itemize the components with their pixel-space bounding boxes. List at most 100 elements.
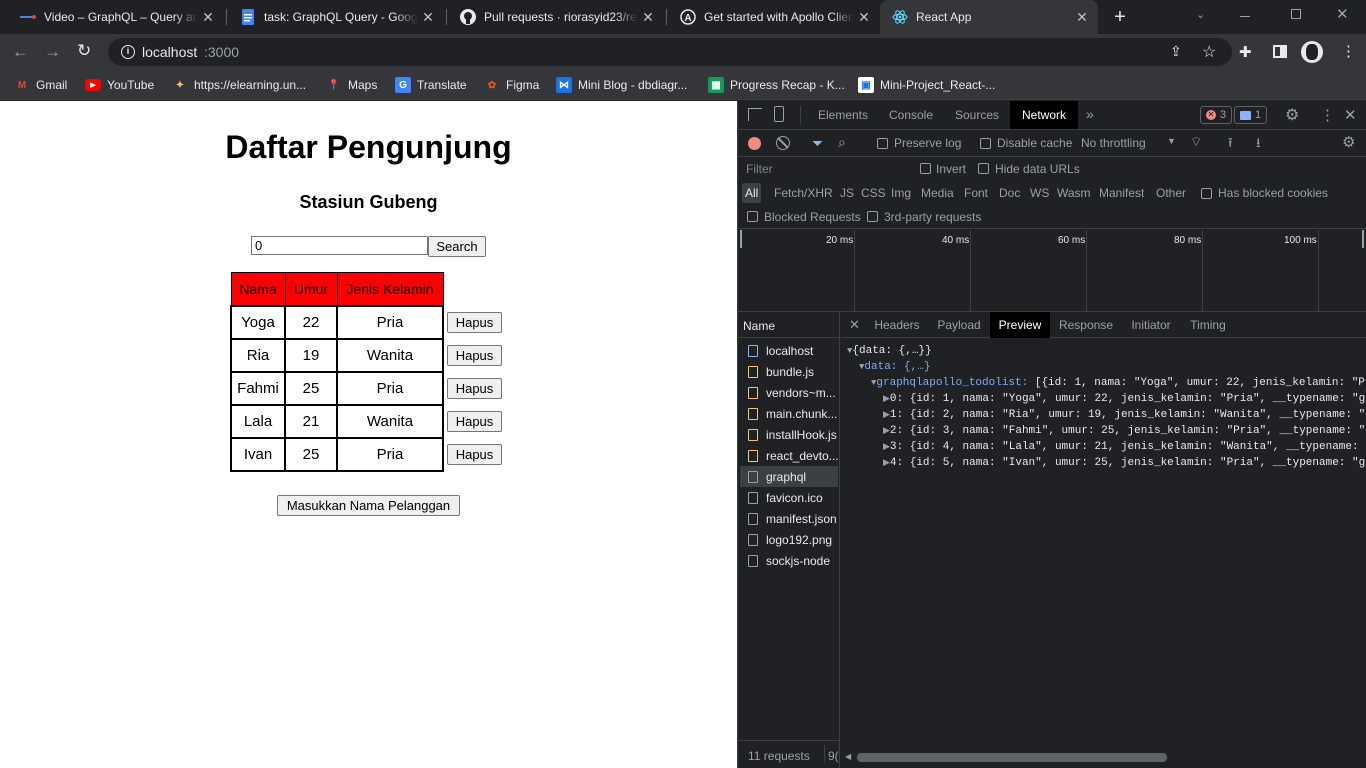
bookmark-progress-recap[interactable]: ▦ Progress Recap - K... xyxy=(708,75,845,95)
throttling-select[interactable]: No throttling xyxy=(1081,136,1146,150)
type-filter-ws[interactable]: WS xyxy=(1030,186,1049,200)
filter-icon[interactable]: ⏷ xyxy=(812,135,823,152)
device-toolbar-icon[interactable] xyxy=(774,106,784,122)
preview-item[interactable]: ▶1: {id: 2, nama: "Ria", umur: 19, jenis… xyxy=(883,409,1365,421)
type-filter-css[interactable]: CSS xyxy=(861,186,886,200)
bookmark-mini-project[interactable]: ▣ Mini-Project_React-... xyxy=(858,75,995,95)
close-icon[interactable]: ✕ xyxy=(418,9,438,26)
type-filter-media[interactable]: Media xyxy=(921,186,954,200)
tab-video-graphql[interactable]: Video – GraphQL – Query and ✕ xyxy=(8,0,224,34)
detail-tab-payload[interactable]: Payload xyxy=(929,312,989,338)
devtools-tab-console[interactable]: Console xyxy=(878,101,944,129)
request-row-main-chunk[interactable]: main.chunk... xyxy=(740,403,838,424)
import-har-icon[interactable]: ⭱ xyxy=(1228,134,1233,156)
error-counter[interactable]: ✕ 3 xyxy=(1200,106,1233,124)
delete-button[interactable]: Hapus xyxy=(447,345,502,366)
request-row-react-devtools[interactable]: react_devto... xyxy=(740,445,838,466)
detail-tab-response[interactable]: Response xyxy=(1053,312,1119,338)
close-icon[interactable]: ✕ xyxy=(1072,9,1092,26)
window-close-icon[interactable]: ✕ xyxy=(1336,5,1349,23)
blocked-requests-checkbox[interactable] xyxy=(747,211,758,222)
close-icon[interactable]: ✕ xyxy=(854,9,874,26)
network-conditions-icon[interactable]: ⌔ xyxy=(1190,134,1202,150)
back-icon[interactable]: ← xyxy=(12,42,29,62)
request-row-graphql[interactable]: graphql xyxy=(740,466,838,487)
type-filter-wasm[interactable]: Wasm xyxy=(1057,186,1091,200)
info-icon[interactable]: i xyxy=(121,45,135,59)
clear-icon[interactable] xyxy=(776,136,790,150)
name-column-header[interactable]: Name xyxy=(743,319,775,333)
share-icon[interactable]: ⇪ xyxy=(1170,43,1182,60)
devtools-tab-elements[interactable]: Elements xyxy=(808,101,878,129)
settings-gear-icon[interactable]: ⚙ xyxy=(1285,105,1299,125)
bookmark-gmail[interactable]: M Gmail xyxy=(14,75,68,95)
search-icon[interactable]: ⌕ xyxy=(838,134,846,151)
detail-tab-timing[interactable]: Timing xyxy=(1183,312,1233,338)
type-filter-font[interactable]: Font xyxy=(964,186,988,200)
type-filter-js[interactable]: JS xyxy=(840,186,854,200)
reload-icon[interactable]: ↻ xyxy=(77,41,91,61)
address-bar[interactable]: i localhost :3000 ⇪ ☆ xyxy=(108,38,1232,66)
devtools-tab-sources[interactable]: Sources xyxy=(944,101,1010,129)
request-row-vendors[interactable]: vendors~m... xyxy=(740,382,838,403)
scroll-left-icon[interactable]: ◀ xyxy=(845,752,851,761)
bookmark-elearning[interactable]: ✦ https://elearning.un... xyxy=(172,75,306,95)
bookmark-dbdiagram[interactable]: ⋈ Mini Blog - dbdiagr... xyxy=(556,75,687,95)
bookmark-star-icon[interactable]: ☆ xyxy=(1202,42,1216,62)
request-row-installhook[interactable]: installHook.js xyxy=(740,424,838,445)
bookmark-translate[interactable]: G Translate xyxy=(395,75,467,95)
inspect-element-icon[interactable] xyxy=(748,108,762,121)
request-row-logo192[interactable]: logo192.png xyxy=(740,529,838,550)
invert-checkbox[interactable] xyxy=(920,163,931,174)
preview-data-node[interactable]: ▼data: {,…} xyxy=(859,361,930,373)
preview-item[interactable]: ▶0: {id: 1, nama: "Yoga", umur: 22, jeni… xyxy=(883,393,1365,405)
disable-cache-checkbox[interactable] xyxy=(980,138,991,149)
bookmark-maps[interactable]: 📍 Maps xyxy=(326,75,378,95)
close-devtools-icon[interactable]: ✕ xyxy=(1344,106,1357,124)
message-counter[interactable]: 1 xyxy=(1234,106,1268,124)
close-icon[interactable]: ✕ xyxy=(638,9,658,26)
new-tab-button[interactable]: + xyxy=(1108,4,1132,30)
devtools-menu-icon[interactable]: ⋮ xyxy=(1320,106,1335,124)
bookmark-youtube[interactable]: ▶ YouTube xyxy=(85,75,154,95)
delete-button[interactable]: Hapus xyxy=(447,378,502,399)
menu-icon[interactable]: ⋮ xyxy=(1341,42,1356,60)
preview-list-node[interactable]: ▼graphqlapollo_todolist: [{id: 1, nama: … xyxy=(871,377,1365,389)
request-row-manifest[interactable]: manifest.json xyxy=(740,508,838,529)
has-blocked-cookies-checkbox[interactable] xyxy=(1201,188,1212,199)
export-har-icon[interactable]: ⭳ xyxy=(1256,134,1261,156)
request-row-sockjs[interactable]: sockjs-node xyxy=(740,550,838,571)
type-filter-fetch-xhr[interactable]: Fetch/XHR xyxy=(774,186,833,200)
close-icon[interactable]: ✕ xyxy=(198,9,218,26)
horizontal-scrollbar[interactable]: ◀ xyxy=(841,750,1366,764)
type-filter-doc[interactable]: Doc xyxy=(999,186,1020,200)
preview-item[interactable]: ▶2: {id: 3, nama: "Fahmi", umur: 25, jen… xyxy=(883,425,1365,437)
search-button[interactable]: Search xyxy=(428,236,486,257)
timeline-overview[interactable]: 20 ms 40 ms 60 ms 80 ms 100 ms xyxy=(738,230,1366,312)
delete-button[interactable]: Hapus xyxy=(447,411,502,432)
minimize-icon[interactable] xyxy=(1240,16,1250,17)
request-row-localhost[interactable]: localhost xyxy=(740,340,838,361)
devtools-tab-network[interactable]: Network xyxy=(1010,101,1078,129)
tab-google-doc[interactable]: task: GraphQL Query - Google ✕ xyxy=(228,0,444,34)
scrollbar-thumb[interactable] xyxy=(857,753,1167,762)
preview-root-node[interactable]: ▼{data: {,…}} xyxy=(847,345,932,357)
profile-avatar[interactable] xyxy=(1301,41,1323,63)
side-panel-icon[interactable] xyxy=(1273,45,1287,58)
extensions-icon[interactable]: ✚ xyxy=(1239,43,1252,61)
delete-button[interactable]: Hapus xyxy=(447,312,502,333)
restore-icon[interactable] xyxy=(1291,9,1301,19)
type-filter-all[interactable]: All xyxy=(742,183,762,203)
request-row-favicon[interactable]: favicon.ico xyxy=(740,487,838,508)
hide-data-urls-checkbox[interactable] xyxy=(978,163,989,174)
add-visitor-button[interactable]: Masukkan Nama Pelanggan xyxy=(277,495,460,516)
type-filter-img[interactable]: Img xyxy=(891,186,911,200)
preserve-log-checkbox[interactable] xyxy=(877,138,888,149)
type-filter-manifest[interactable]: Manifest xyxy=(1099,186,1144,200)
timeline-handle-right[interactable] xyxy=(1362,230,1364,248)
network-settings-icon[interactable]: ⚙ xyxy=(1342,133,1355,151)
forward-icon[interactable]: → xyxy=(44,42,61,62)
tab-react-app[interactable]: React App ✕ xyxy=(880,0,1098,34)
tab-apollo[interactable]: A Get started with Apollo Client ✕ xyxy=(668,0,880,34)
bookmark-figma[interactable]: ✿ Figma xyxy=(484,75,540,95)
